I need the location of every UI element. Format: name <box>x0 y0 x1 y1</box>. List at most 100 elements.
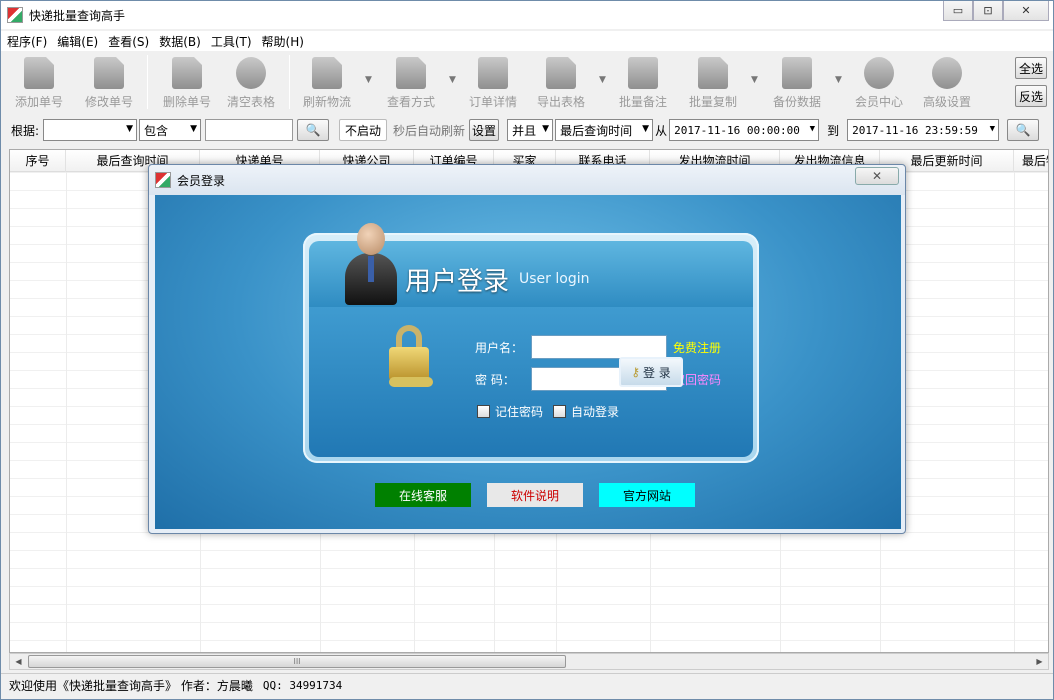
column-header[interactable]: 最后物 <box>1014 150 1048 172</box>
menu-help[interactable]: 帮助(H) <box>262 33 304 50</box>
login-button[interactable]: ⚷ 登 录 <box>619 357 683 387</box>
backup-data-button[interactable]: 备份数据 <box>761 55 833 109</box>
calendar-dropdown-icon: ▼ <box>989 124 996 134</box>
scrollbar-thumb[interactable]: III <box>28 655 566 668</box>
dialog-title: 会员登录 <box>177 173 226 188</box>
delete-number-button[interactable]: 删除单号 <box>151 55 223 109</box>
from-date-picker[interactable]: 2017-11-16 00:00:00 ▼ <box>669 119 820 141</box>
copy-dropdown-arrow-icon[interactable]: ▼ <box>751 75 758 85</box>
menu-view[interactable]: 查看(S) <box>108 33 149 50</box>
scroll-left-icon[interactable]: ◀ <box>10 654 27 669</box>
batch-copy-button[interactable]: 批量复制 <box>677 55 749 109</box>
chevron-down-icon: ▼ <box>190 124 198 134</box>
remember-password-checkbox[interactable] <box>477 405 490 418</box>
match-mode-value: 包含 <box>144 123 169 138</box>
advanced-settings-label: 高级设置 <box>922 95 971 109</box>
login-button-label: 登 录 <box>642 365 671 380</box>
password-label: 密 码： <box>475 373 515 387</box>
export-dropdown-arrow-icon[interactable]: ▼ <box>599 75 606 85</box>
filter-field-select[interactable]: ▼ <box>43 119 138 141</box>
calendar-dropdown-icon: ▼ <box>809 124 816 134</box>
gear-icon <box>932 57 962 89</box>
clear-table-label: 清空表格 <box>226 95 275 109</box>
status-qq: QQ: 34991734 <box>262 679 343 692</box>
add-document-icon <box>24 57 54 89</box>
order-detail-icon <box>478 57 508 89</box>
add-number-label: 添加单号 <box>14 95 63 109</box>
order-detail-label: 订单详情 <box>468 95 517 109</box>
remember-password-label: 记住密码 <box>495 405 544 419</box>
to-label: 到 <box>827 123 840 138</box>
window-title: 快递批量查询高手 <box>29 8 126 23</box>
clear-table-button[interactable]: 清空表格 <box>215 55 287 109</box>
date-search-button[interactable]: 🔍 <box>1007 119 1040 141</box>
column-divider <box>1014 172 1015 652</box>
edit-number-button[interactable]: 修改单号 <box>73 55 145 109</box>
filter-by-label: 根据: <box>11 123 40 138</box>
to-date-picker[interactable]: 2017-11-16 23:59:59 ▼ <box>847 119 1000 141</box>
toolbar: 添加单号 修改单号 删除单号 清空表格 刷新物流 ▼ 查看方式 ▼ 订单详情 导… <box>1 51 1053 113</box>
login-heading: 用户登录 <box>405 267 510 297</box>
menu-program[interactable]: 程序(F) <box>7 33 47 50</box>
login-panel: 用户登录 User login 用户名： 免费注册 密 码： 取回密码 记住密码… <box>303 223 759 463</box>
clock-icon <box>864 57 894 89</box>
match-mode-select[interactable]: 包含 ▼ <box>139 119 202 141</box>
window-controls: ▭ ⊡ ✕ <box>943 1 1049 21</box>
online-support-button[interactable]: 在线客服 <box>375 483 471 507</box>
auto-login-checkbox[interactable] <box>553 405 566 418</box>
chevron-down-icon: ▼ <box>642 124 650 134</box>
search-button[interactable]: 🔍 <box>297 119 330 141</box>
software-manual-button[interactable]: 软件说明 <box>487 483 583 507</box>
order-detail-button[interactable]: 订单详情 <box>457 55 529 109</box>
menu-edit[interactable]: 编辑(E) <box>57 33 98 50</box>
view-document-icon <box>396 57 426 89</box>
delete-number-label: 删除单号 <box>162 95 211 109</box>
close-icon: ✕ <box>871 169 883 183</box>
refresh-logistics-label: 刷新物流 <box>302 95 351 109</box>
user-avatar-icon <box>345 223 397 305</box>
time-field-select[interactable]: 最后查询时间 ▼ <box>555 119 654 141</box>
keyword-input[interactable] <box>205 119 294 141</box>
login-subheading: User login <box>519 271 590 287</box>
minimize-button[interactable]: ▭ <box>943 1 973 21</box>
minimize-icon: ▭ <box>952 4 964 17</box>
export-table-button[interactable]: 导出表格 <box>525 55 597 109</box>
view-mode-button[interactable]: 查看方式 <box>375 55 447 109</box>
member-center-button[interactable]: 会员中心 <box>843 55 915 109</box>
toolbar-separator <box>289 55 290 109</box>
select-all-button[interactable]: 全选 <box>1015 57 1047 79</box>
settings-button[interactable]: 设置 <box>469 119 500 141</box>
refresh-dropdown-arrow-icon[interactable]: ▼ <box>365 75 372 85</box>
export-icon <box>546 57 576 89</box>
backup-dropdown-arrow-icon[interactable]: ▼ <box>835 75 842 85</box>
username-input[interactable] <box>531 335 667 359</box>
column-divider <box>66 172 67 652</box>
add-number-button[interactable]: 添加单号 <box>3 55 75 109</box>
official-website-button[interactable]: 官方网站 <box>599 483 695 507</box>
username-label: 用户名： <box>475 341 524 355</box>
logic-value: 并且 <box>512 123 537 138</box>
export-table-label: 导出表格 <box>536 95 585 109</box>
login-header: 用户登录 User login <box>309 223 753 307</box>
maximize-button[interactable]: ⊡ <box>973 1 1003 21</box>
edit-document-icon <box>94 57 124 89</box>
menu-tools[interactable]: 工具(T) <box>211 33 252 50</box>
batch-note-button[interactable]: 批量备注 <box>607 55 679 109</box>
view-mode-label: 查看方式 <box>386 95 435 109</box>
advanced-settings-button[interactable]: 高级设置 <box>911 55 983 109</box>
logic-select[interactable]: 并且 ▼ <box>507 119 554 141</box>
close-icon: ✕ <box>1021 4 1031 17</box>
register-link[interactable]: 免费注册 <box>673 339 721 356</box>
scroll-right-icon[interactable]: ▶ <box>1031 654 1048 669</box>
column-header[interactable]: 序号 <box>10 150 66 172</box>
invert-selection-button[interactable]: 反选 <box>1015 85 1047 107</box>
view-dropdown-arrow-icon[interactable]: ▼ <box>449 75 456 85</box>
auto-refresh-toggle[interactable]: 不启动 <box>339 119 388 141</box>
horizontal-scrollbar[interactable]: ◀ III ▶ <box>9 653 1049 670</box>
close-button[interactable]: ✕ <box>1003 1 1049 21</box>
menu-data[interactable]: 数据(B) <box>159 33 201 50</box>
refresh-logistics-button[interactable]: 刷新物流 <box>291 55 363 109</box>
dialog-close-button[interactable]: ✕ <box>855 167 899 185</box>
edit-number-label: 修改单号 <box>84 95 133 109</box>
lock-key-icon <box>389 325 433 389</box>
